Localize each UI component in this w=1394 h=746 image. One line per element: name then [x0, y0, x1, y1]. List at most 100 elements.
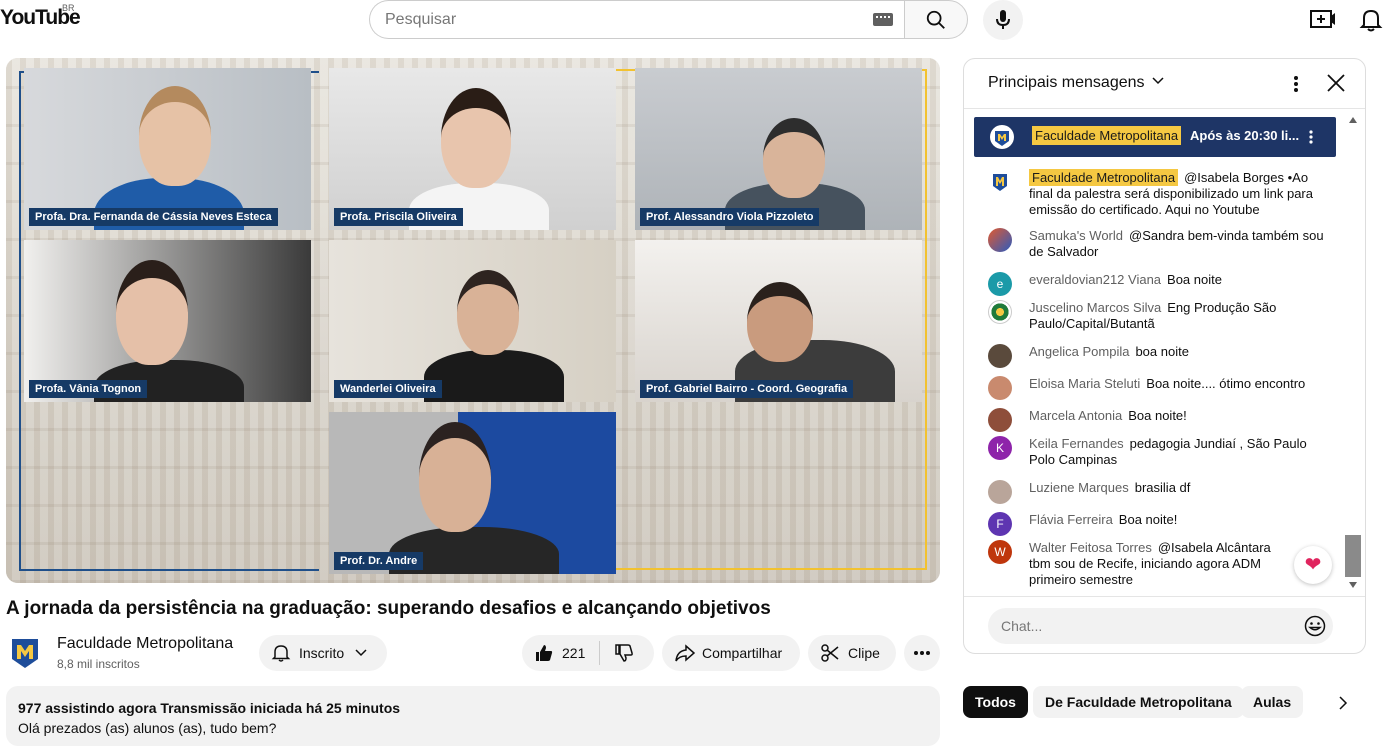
message-author[interactable]: Keila Fernandes — [1029, 436, 1124, 451]
chat-message: W Walter Feitosa Torres @Isabela Alcântar… — [988, 540, 1288, 588]
video-player[interactable]: Profa. Dra. Fernanda de Cássia Neves Est… — [6, 58, 940, 583]
chat-message: e everaldovian212 Viana Boa noite — [988, 272, 1328, 296]
pinned-author: Faculdade Metropolitana — [1032, 126, 1182, 145]
channel-avatar[interactable] — [10, 637, 40, 669]
create-icon[interactable] — [1310, 8, 1336, 30]
chat-message: K Keila Fernandes pedagogia Jundiaí , São… — [988, 436, 1328, 468]
description-box[interactable]: 977 assistindo agora Transmissão iniciad… — [6, 686, 940, 746]
participant-tile: Prof. Alessandro Viola Pizzoleto — [635, 68, 922, 230]
close-icon[interactable] — [1327, 74, 1345, 92]
chat-input[interactable]: Chat... — [988, 608, 1333, 644]
participant-name: Prof. Dr. Andre — [334, 552, 424, 570]
chat-header: Principais mensagens — [964, 59, 1365, 109]
more-horizontal-icon — [914, 651, 930, 655]
pinned-message[interactable]: Faculdade Metropolitana Após às 20:30 li… — [974, 117, 1336, 157]
bell-icon — [271, 645, 291, 662]
chat-message: Samuka's World @Sandra bem-vinda também s… — [988, 228, 1328, 260]
message-text: brasilia df — [1134, 480, 1191, 495]
emoji-icon[interactable] — [1304, 615, 1326, 637]
user-avatar — [988, 344, 1012, 368]
dislike-icon[interactable] — [614, 643, 634, 663]
subscribed-label: Inscrito — [299, 645, 345, 661]
clip-button[interactable]: Clipe — [808, 635, 896, 671]
scroll-down-arrow[interactable] — [1349, 582, 1357, 588]
more-vertical-icon[interactable] — [1309, 130, 1313, 144]
chip-all[interactable]: Todos — [963, 686, 1028, 718]
participant-name: Wanderlei Oliveira — [334, 380, 442, 398]
channel-name[interactable]: Faculdade Metropolitana — [57, 635, 233, 653]
channel-avatar — [993, 174, 1007, 191]
chat-input-area: Chat... — [964, 596, 1365, 653]
share-label: Compartilhar — [702, 645, 783, 661]
message-author[interactable]: Juscelino Marcos Silva — [1029, 300, 1161, 315]
like-count: 221 — [562, 645, 586, 661]
participant-name: Profa. Vânia Tognon — [29, 380, 148, 398]
user-avatar: e — [988, 272, 1012, 296]
scissors-icon — [821, 644, 839, 662]
message-author[interactable]: everaldovian212 Viana — [1029, 272, 1161, 287]
chat-message: Marcela Antonia Boa noite! — [988, 408, 1328, 432]
user-avatar — [988, 300, 1012, 324]
search-input[interactable] — [385, 1, 855, 38]
chat-mode-selector[interactable]: Principais mensagens — [988, 74, 1164, 92]
chat-message: Juscelino Marcos Silva Eng Produção São P… — [988, 300, 1328, 332]
participant-tile: Profa. Priscila Oliveira — [329, 68, 616, 230]
message-text: boa noite — [1135, 344, 1189, 359]
share-button[interactable]: Compartilhar — [662, 635, 800, 671]
user-avatar — [988, 408, 1012, 432]
chevron-down-icon — [355, 649, 367, 657]
chat-message: Angelica Pompila boa noite — [988, 344, 1328, 368]
message-text: Boa noite — [1167, 272, 1222, 287]
message-author[interactable]: Luziene Marques — [1029, 480, 1129, 495]
user-avatar: F — [988, 512, 1012, 536]
participant-tile: Profa. Vânia Tognon — [24, 240, 311, 402]
live-stats: 977 assistindo agora Transmissão iniciad… — [18, 700, 401, 716]
chevron-right-icon[interactable] — [1337, 696, 1349, 710]
message-text: Boa noite! — [1118, 512, 1178, 527]
message-author[interactable]: Eloisa Maria Steluti — [1029, 376, 1140, 391]
more-vertical-icon[interactable] — [1293, 75, 1299, 93]
chat-message: Luziene Marques brasilia df — [988, 480, 1328, 504]
pinned-text: Após às 20:30 li... — [1190, 128, 1300, 143]
search-button[interactable] — [904, 0, 968, 39]
message-author[interactable]: Angelica Pompila — [1029, 344, 1129, 359]
voice-search-button[interactable] — [983, 0, 1023, 40]
notifications-icon[interactable] — [1358, 7, 1384, 33]
chat-title: Principais mensagens — [988, 74, 1145, 91]
participant-name: Profa. Priscila Oliveira — [334, 208, 463, 226]
like-icon[interactable] — [534, 643, 554, 663]
description-text: Olá prezados (as) alunos (as), tudo bem? — [18, 720, 277, 736]
participant-tile: Profa. Dra. Fernanda de Cássia Neves Est… — [24, 68, 311, 230]
like-dislike-group: 221 — [522, 635, 654, 671]
message-author[interactable]: Samuka's World — [1029, 228, 1123, 243]
divider — [599, 641, 601, 665]
mic-icon — [996, 10, 1010, 29]
message-author[interactable]: Faculdade Metropolitana — [1029, 169, 1179, 186]
chat-message: F Flávia Ferreira Boa noite! — [988, 512, 1328, 536]
chip-lessons[interactable]: Aulas — [1241, 686, 1304, 718]
live-chat-panel: Principais mensagens Faculdade Metropoli… — [963, 58, 1366, 654]
chat-scrollbar[interactable] — [1345, 535, 1361, 577]
scroll-up-arrow[interactable] — [1349, 117, 1357, 123]
message-author[interactable]: Walter Feitosa Torres — [1029, 540, 1152, 555]
user-avatar: W — [988, 540, 1012, 564]
search-box[interactable] — [369, 0, 905, 39]
keyboard-icon[interactable] — [873, 13, 893, 26]
more-actions-button[interactable] — [904, 635, 940, 671]
message-author[interactable]: Marcela Antonia — [1029, 408, 1122, 423]
chip-from-channel[interactable]: De Faculdade Metropolitana — [1033, 686, 1244, 718]
subscribed-button[interactable]: Inscrito — [259, 635, 387, 671]
clip-label: Clipe — [848, 645, 880, 661]
channel-avatar — [990, 125, 1014, 149]
user-avatar — [988, 376, 1012, 400]
chat-message: Eloisa Maria Steluti Boa noite.... ótimo … — [988, 376, 1328, 400]
user-avatar — [988, 228, 1012, 252]
user-avatar — [988, 480, 1012, 504]
message-author[interactable]: Flávia Ferreira — [1029, 512, 1113, 527]
participant-name: Profa. Dra. Fernanda de Cássia Neves Est… — [29, 208, 278, 226]
chat-message: Faculdade Metropolitana @Isabela Borges •… — [988, 169, 1328, 218]
participant-name: Prof. Gabriel Bairro - Coord. Geografia — [640, 380, 854, 398]
youtube-logo[interactable]: YouTube BR — [0, 3, 81, 30]
heart-reaction-icon[interactable]: ❤ — [1294, 546, 1332, 584]
participant-tile: Prof. Dr. Andre — [329, 412, 616, 574]
